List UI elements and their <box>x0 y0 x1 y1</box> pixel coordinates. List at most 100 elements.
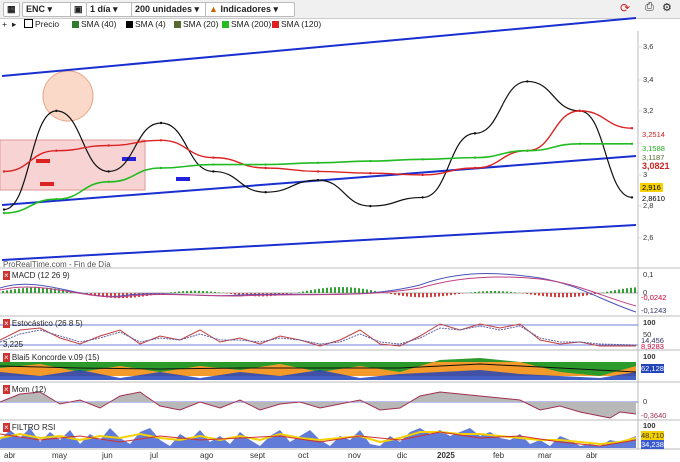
close-icon[interactable]: × <box>3 319 10 328</box>
macd-hist-bar <box>586 293 588 296</box>
chart-canvas <box>0 17 680 450</box>
macd-hist-bar <box>538 293 540 296</box>
rsi-panel <box>0 428 637 448</box>
blai-title[interactable]: × Blai5 Koncorde v.09 (15) <box>3 353 99 363</box>
month-label: may <box>52 451 68 460</box>
data-point <box>159 121 163 125</box>
mom-value: -0,3640 <box>641 411 667 420</box>
macd-hist-bar <box>394 293 396 295</box>
macd-hist-bar <box>398 293 400 296</box>
macd-hist-bar <box>170 292 172 293</box>
data-point <box>264 163 267 166</box>
macd-hist-bar <box>442 293 444 297</box>
macd-hist-bar <box>626 288 628 293</box>
macd-hist-bar <box>546 293 548 297</box>
macd-hist-bar <box>554 293 556 298</box>
data-point <box>212 170 215 173</box>
macd-hist-bar <box>506 291 508 293</box>
macd-hist-bar <box>422 293 424 298</box>
month-label: oct <box>298 451 309 460</box>
close-icon[interactable]: × <box>3 423 10 432</box>
macd-hist-bar <box>310 290 312 293</box>
mom-title-label: Mom (12) <box>11 385 47 394</box>
rsi-title[interactable]: × FILTRO RSI <box>3 423 55 433</box>
stoch-title[interactable]: × Estocástico (26 8 5) <box>3 319 83 329</box>
macd-hist-bar <box>366 289 368 293</box>
data-point <box>55 109 58 113</box>
macd-hist-bar <box>622 288 624 293</box>
macd-hist-bar <box>234 293 236 295</box>
month-label: dic <box>397 451 408 460</box>
macd-hist-bar <box>566 293 568 298</box>
month-label: jul <box>150 451 159 460</box>
macd-hist-bar <box>322 288 324 293</box>
price-tick: 2,6 <box>643 233 654 242</box>
rsi-title-label: FILTRO RSI <box>11 423 56 432</box>
month-label: jun <box>102 451 113 460</box>
data-point <box>316 161 320 165</box>
macd-hist-bar <box>22 288 24 293</box>
macd-hist-bar <box>218 292 220 293</box>
data-point <box>316 170 320 173</box>
month-label: abr <box>586 451 598 460</box>
macd-title[interactable]: × MACD (12 26 9) <box>3 271 70 281</box>
macd-hist-bar <box>318 288 320 293</box>
macd-hist-bar <box>486 291 488 293</box>
close-icon[interactable]: × <box>3 353 10 362</box>
blai-title-label: Blai5 Koncorde v.09 (15) <box>11 353 100 362</box>
source-note: ProRealTime.com - Fin de Día <box>3 260 111 269</box>
macd-hist-bar <box>314 289 316 293</box>
macd-hist-bar <box>14 289 16 293</box>
month-label: feb <box>493 451 505 460</box>
blai-tick: 100 <box>643 352 656 361</box>
macd-hist-bar <box>430 293 432 298</box>
macd-hist-bar <box>350 287 352 293</box>
macd-hist-bar <box>290 293 292 294</box>
macd-hist-bar <box>498 291 500 293</box>
macd-hist-bar <box>338 287 340 293</box>
macd-hist-bar <box>2 291 4 293</box>
macd-hist-bar <box>570 293 572 298</box>
data-point <box>107 180 110 184</box>
blai-value: 62,128 <box>641 364 664 373</box>
price-tick: 3 <box>643 170 648 179</box>
channel-upper-line <box>1 17 637 77</box>
channel-lower-line <box>1 224 637 261</box>
rsi-value: 48,710 <box>641 431 664 440</box>
highlight-circle <box>42 70 94 122</box>
macd-hist-bar <box>326 287 328 293</box>
macd-hist-bar <box>410 293 412 297</box>
data-point <box>2 211 6 215</box>
macd-hist-bar <box>414 293 416 298</box>
macd-hist-bar <box>470 292 472 293</box>
data-point <box>2 170 6 173</box>
data-point <box>159 139 163 142</box>
macd-hist-bar <box>542 293 544 297</box>
stoch-panel <box>0 323 638 347</box>
macd-hist-bar <box>438 293 440 297</box>
data-point <box>212 163 215 166</box>
month-label: abr <box>4 451 16 460</box>
macd-hist-bar <box>10 289 12 293</box>
macd-hist-bar <box>490 291 492 293</box>
month-label: nov <box>348 451 361 460</box>
data-point <box>55 197 58 201</box>
macd-hist-bar <box>634 287 636 293</box>
macd-hist-bar <box>454 293 456 295</box>
macd-hist-bar <box>558 293 560 298</box>
macd-title-label: MACD (12 26 9) <box>11 271 70 280</box>
macd-hist-bar <box>618 289 620 293</box>
data-point <box>159 166 163 170</box>
macd-hist-bar <box>26 287 28 293</box>
macd-hist-bar <box>30 287 32 293</box>
close-icon[interactable]: × <box>3 385 10 394</box>
close-icon[interactable]: × <box>3 271 10 280</box>
macd-hist-bar <box>358 288 360 293</box>
macd-hist-bar <box>450 293 452 296</box>
data-point <box>369 159 372 163</box>
macd-hist-bar <box>230 293 232 294</box>
data-point <box>630 196 634 199</box>
macd-hist-bar <box>606 291 608 293</box>
mom-title[interactable]: × Mom (12) <box>3 385 46 395</box>
month-label: sept <box>250 451 266 460</box>
